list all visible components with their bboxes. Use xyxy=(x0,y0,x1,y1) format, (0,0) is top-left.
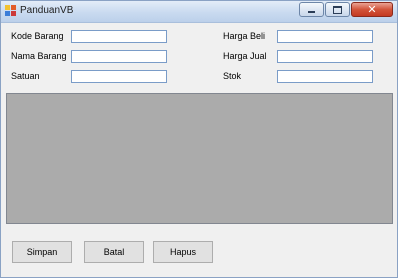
batal-button[interactable]: Batal xyxy=(84,241,144,263)
caption-buttons: ✕ xyxy=(299,2,393,17)
close-icon: ✕ xyxy=(367,4,377,16)
nama-barang-input[interactable] xyxy=(71,50,167,63)
kode-barang-input[interactable] xyxy=(71,30,167,43)
stok-input[interactable] xyxy=(277,70,373,83)
harga-beli-label: Harga Beli xyxy=(223,31,266,41)
kode-barang-label: Kode Barang xyxy=(11,31,64,41)
harga-beli-input[interactable] xyxy=(277,30,373,43)
minimize-icon xyxy=(308,11,315,13)
stok-label: Stok xyxy=(223,71,242,81)
nama-barang-label: Nama Barang xyxy=(11,51,67,61)
window-title: PanduanVB xyxy=(20,5,74,16)
app-icon xyxy=(5,5,17,17)
data-grid[interactable] xyxy=(6,93,393,224)
maximize-icon xyxy=(333,5,342,14)
satuan-label: Satuan xyxy=(11,71,40,81)
hapus-button[interactable]: Hapus xyxy=(153,241,213,263)
harga-jual-input[interactable] xyxy=(277,50,373,63)
minimize-button[interactable] xyxy=(299,2,324,17)
satuan-input[interactable] xyxy=(71,70,167,83)
simpan-button[interactable]: Simpan xyxy=(12,241,72,263)
title-bar[interactable]: PanduanVB ✕ xyxy=(1,1,397,23)
maximize-button[interactable] xyxy=(325,2,350,17)
harga-jual-label: Harga Jual xyxy=(223,51,267,61)
close-button[interactable]: ✕ xyxy=(351,2,393,17)
app-window: PanduanVB ✕ Kode Barang Nama Barang Satu… xyxy=(0,0,398,278)
